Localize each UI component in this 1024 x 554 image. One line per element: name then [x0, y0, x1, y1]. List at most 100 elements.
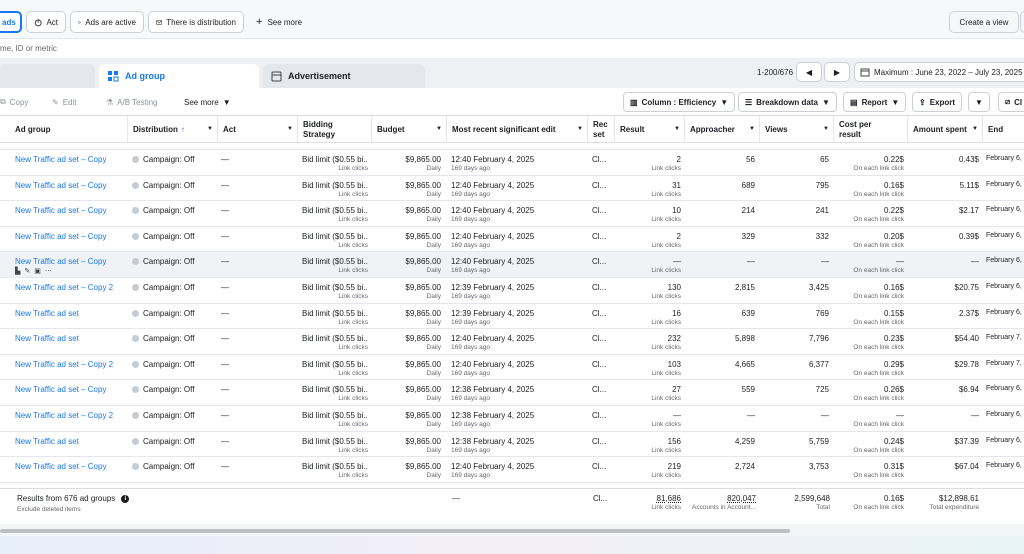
column-header-recent-edit[interactable]: Most recent significant edit ▼	[447, 116, 588, 143]
approacher-cell: 639	[685, 304, 755, 329]
totals-cpr-sub: On each link click	[853, 504, 904, 511]
row-quick-actions[interactable]: ▙✎▣⋯	[15, 267, 127, 275]
distribution-status: Campaign: Off	[143, 231, 195, 241]
column-selector[interactable]: ▥ Column : Efficiency ▼	[623, 92, 736, 112]
column-header-budget[interactable]: Budget ▼	[372, 116, 447, 143]
ad-group-name-link[interactable]: New Traffic ad set – Copy 2	[15, 411, 127, 420]
column-header-bidding-strategy[interactable]: Bidding Strategy	[298, 116, 372, 143]
result-value: 27	[672, 385, 681, 395]
views-value: 65	[820, 155, 829, 164]
create-view-button[interactable]: Create a view	[949, 11, 1019, 33]
column-header-approacher[interactable]: Approacher ▼	[685, 116, 760, 143]
totals-approacher-value[interactable]: 820,047	[685, 494, 756, 503]
table-row[interactable]: New Traffic ad set – Copy Campaign: Off — B…	[0, 176, 1024, 202]
export-button[interactable]: ⇪ Export	[912, 92, 963, 112]
see-more-label: See more	[184, 97, 219, 107]
result-cell: 16 Link clicks	[615, 304, 681, 329]
table-row[interactable]: New Traffic ad set – Copy Campaign: Off — B…	[0, 457, 1024, 483]
breakdown-selector[interactable]: ☰ Breakdown data ▼	[738, 92, 837, 112]
pencil-icon[interactable]: ✎	[24, 268, 34, 275]
tab-advertisement[interactable]: Advertisement	[263, 64, 425, 88]
horizontal-scrollbar[interactable]	[0, 524, 1024, 536]
totals-result-value[interactable]: 81,686	[615, 494, 681, 503]
amount-cell: $20.75	[908, 278, 979, 303]
copy-button[interactable]: ⧉ Copy	[0, 92, 28, 112]
tab-campaigns[interactable]	[0, 64, 95, 88]
column-header-end[interactable]: End	[983, 116, 1024, 143]
date-range-picker[interactable]: Maximum : June 23, 2022 – July 23, 2025	[854, 62, 1024, 82]
view-options-button[interactable]	[1020, 11, 1024, 33]
table-row[interactable]: New Traffic ad set – Copy 2 Campaign: Off…	[0, 278, 1024, 304]
column-header-cost-per-result[interactable]: Cost per result	[834, 116, 908, 143]
ad-group-name-link[interactable]: New Traffic ad set – Copy	[15, 206, 127, 215]
column-header-amount-spent[interactable]: Amount spent ▼	[908, 116, 983, 143]
see-more-filters-button[interactable]: + See more	[256, 11, 302, 33]
top-filter-bar: ads Act Ads are active There is distribu…	[0, 0, 1024, 38]
tab-ad-group[interactable]: Ad group	[99, 64, 259, 88]
column-header-act[interactable]: Act ▼	[218, 116, 298, 143]
ad-group-name-link[interactable]: New Traffic ad set	[15, 334, 127, 343]
bidding-value: Bid limit ($0.55 bi...	[302, 334, 368, 344]
column-header-ad-group[interactable]: Ad group	[10, 116, 128, 143]
table-row[interactable]: New Traffic ad set Campaign: Off — Bid limi…	[0, 432, 1024, 458]
column-header-result[interactable]: Result ▼	[615, 116, 685, 143]
table-row[interactable]: New Traffic ad set – Copy 2 Campaign: Off…	[0, 355, 1024, 381]
header-label: End	[988, 125, 1004, 134]
ad-group-name-link[interactable]: New Traffic ad set – Copy	[15, 385, 127, 394]
ad-group-name-link[interactable]: New Traffic ad set – Copy 2	[15, 360, 127, 369]
table-row[interactable]: New Traffic ad set – Copy ▙✎▣⋯ Campaign: O…	[0, 252, 1024, 278]
filter-chip-ads[interactable]: ads	[0, 11, 22, 33]
plus-icon: +	[256, 16, 263, 28]
see-more-actions-button[interactable]: See more ▼	[184, 92, 231, 112]
next-page-button[interactable]: ▶	[824, 62, 850, 82]
ad-group-name-link[interactable]: New Traffic ad set – Copy	[15, 155, 127, 164]
copy-icon[interactable]: ▣	[34, 268, 45, 275]
amount-cell: $67.04	[908, 457, 979, 482]
info-icon[interactable]: i	[121, 494, 130, 503]
table-row[interactable]: New Traffic ad set – Copy Campaign: Off — B…	[0, 150, 1024, 176]
budget-value: $9,865.00	[405, 359, 441, 369]
edit-button[interactable]: ✎ Edit	[52, 92, 77, 112]
column-header-views[interactable]: Views ▼	[760, 116, 834, 143]
rec-value: Cl...	[592, 334, 607, 344]
table-row[interactable]: New Traffic ad set – Copy Campaign: Off — B…	[0, 227, 1024, 253]
recent-edit-sub: 169 days ago	[451, 241, 491, 249]
scrollbar-thumb[interactable]	[0, 529, 790, 533]
end-cell: February 6, 2	[986, 150, 1024, 175]
result-sub: Link clicks	[651, 241, 681, 249]
table-row[interactable]: New Traffic ad set – Copy Campaign: Off — B…	[0, 380, 1024, 406]
ad-group-name-link[interactable]: New Traffic ad set – Copy	[15, 232, 127, 241]
charts-button[interactable]: ⧄ Cl	[998, 92, 1024, 112]
act-value: —	[221, 180, 229, 190]
bidding-value: Bid limit ($0.55 bi...	[302, 462, 368, 472]
table-row[interactable]: New Traffic ad set – Copy Campaign: Off — B…	[0, 201, 1024, 227]
flask-icon: ⚗	[106, 97, 114, 107]
views-value: 241	[815, 206, 829, 216]
filter-chip-act[interactable]: Act	[26, 11, 66, 33]
ad-group-name-link[interactable]: New Traffic ad set – Copy	[15, 181, 127, 190]
export-options-button[interactable]: ▼	[968, 92, 990, 112]
recent-edit-value: 12:40 February 4, 2025	[451, 359, 535, 369]
chart-icon[interactable]: ▙	[15, 268, 24, 275]
totals-views-sub: Total	[816, 504, 830, 511]
table-row[interactable]: New Traffic ad set Campaign: Off — Bid limi…	[0, 304, 1024, 330]
column-header-recommendations[interactable]: Rec set	[588, 116, 615, 143]
table-row[interactable]: New Traffic ad set – Copy 2 Campaign: Off…	[0, 406, 1024, 432]
ad-group-name-link[interactable]: New Traffic ad set	[15, 437, 127, 446]
more-icon[interactable]: ⋯	[45, 268, 56, 275]
search-bar[interactable]: me, ID or metric	[0, 38, 1024, 58]
ad-group-name-link[interactable]: New Traffic ad set – Copy	[15, 257, 127, 266]
prev-page-button[interactable]: ◀	[796, 62, 822, 82]
table-row[interactable]: New Traffic ad set Campaign: Off — Bid limi…	[0, 329, 1024, 355]
end-cell: February 6, 2	[986, 457, 1024, 482]
column-header-distribution[interactable]: Distribution ↑ ▼	[128, 116, 218, 143]
ad-group-name-link[interactable]: New Traffic ad set – Copy 2	[15, 283, 127, 292]
ad-group-name-link[interactable]: New Traffic ad set	[15, 309, 127, 318]
ad-group-name-link[interactable]: New Traffic ad set – Copy	[15, 462, 127, 471]
end-cell: February 6, 2	[986, 227, 1024, 252]
filter-chip-distribution[interactable]: There is distribution	[148, 11, 244, 33]
report-button[interactable]: ▤ Report ▼	[843, 92, 907, 112]
ab-testing-button[interactable]: ⚗ A/B Testing	[106, 92, 158, 112]
filter-chip-ads-active[interactable]: Ads are active	[70, 11, 144, 33]
rec-value: Cl...	[592, 180, 607, 190]
